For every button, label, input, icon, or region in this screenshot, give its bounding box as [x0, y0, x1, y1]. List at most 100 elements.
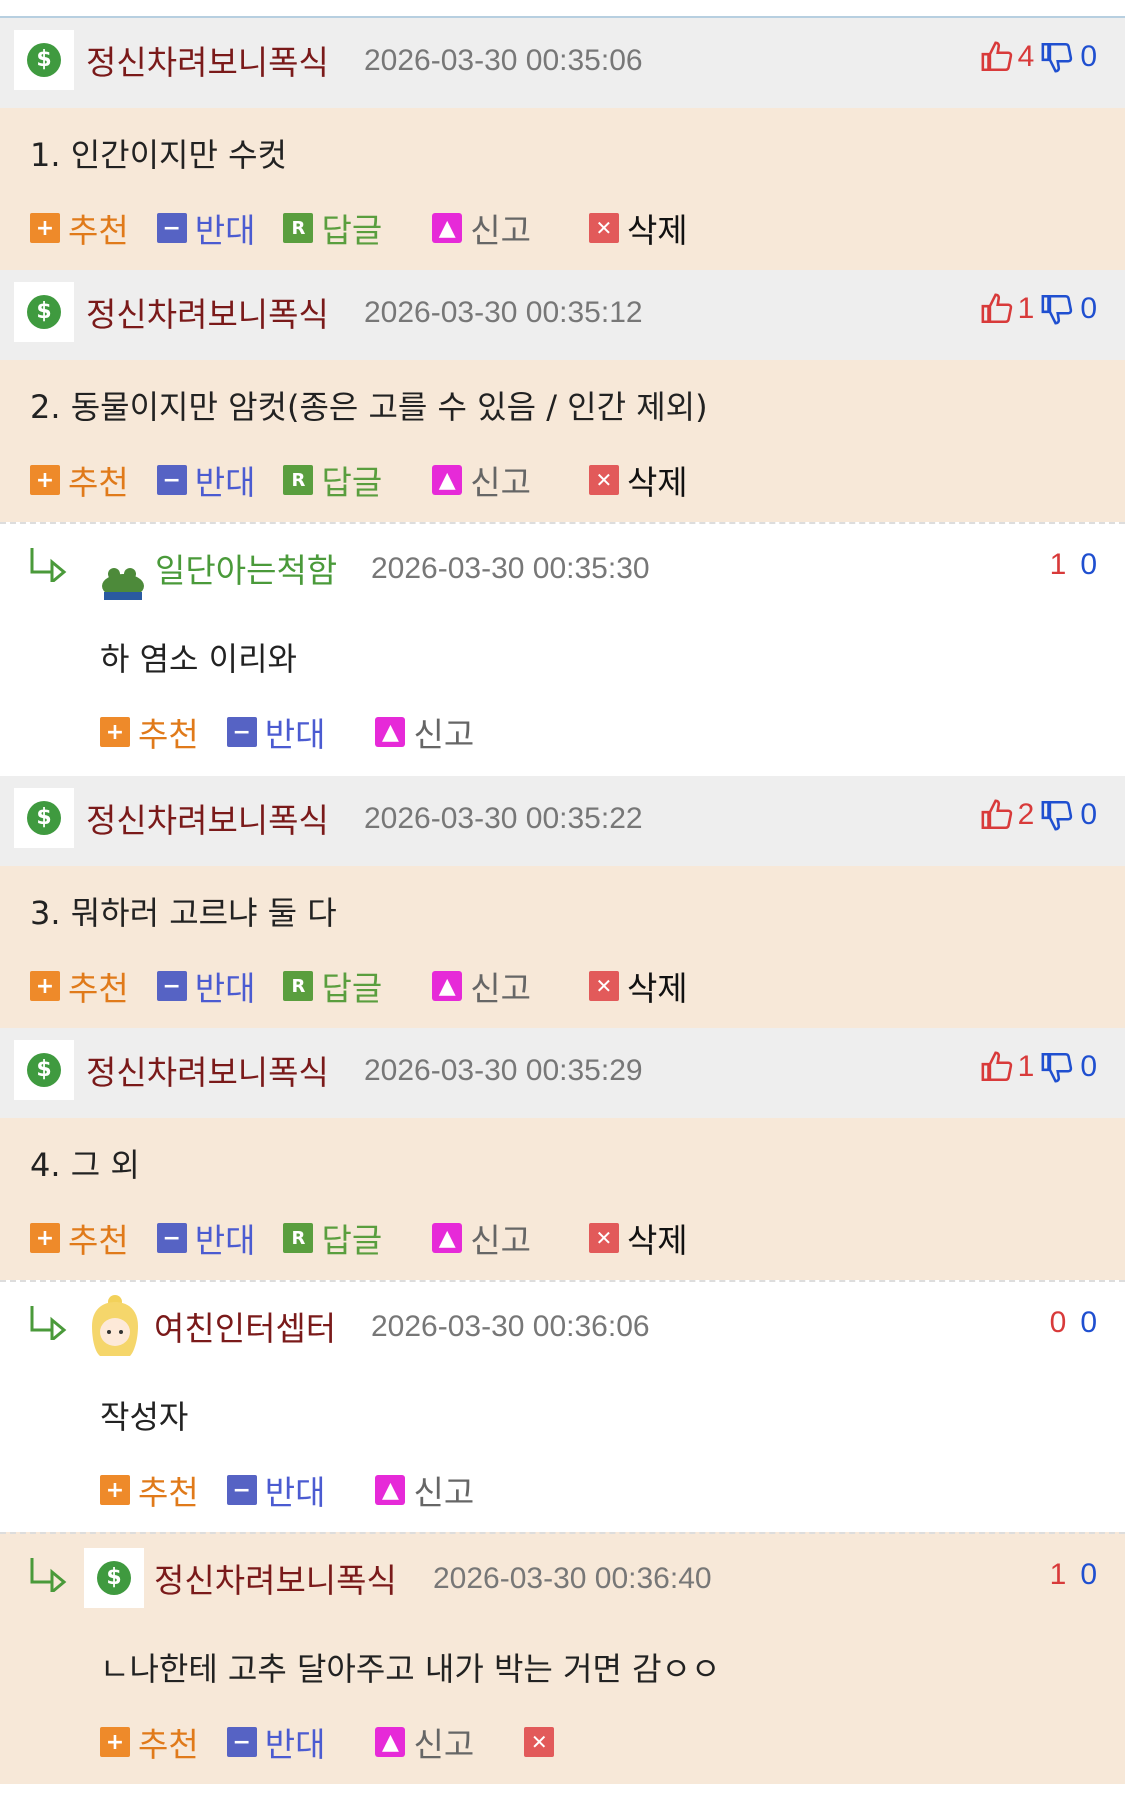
plus-icon: +: [100, 1475, 130, 1505]
oppose-button[interactable]: − 반대: [226, 1718, 325, 1766]
oppose-button[interactable]: − 반대: [156, 456, 255, 504]
close-icon: ✕: [588, 971, 619, 1001]
recommend-button[interactable]: + 추천: [30, 456, 129, 504]
delete-button[interactable]: ✕: [524, 1727, 562, 1757]
recommend-button[interactable]: + 추천: [100, 1718, 199, 1766]
recommend-button[interactable]: + 추천: [100, 708, 199, 756]
avatar: $: [14, 30, 74, 90]
downvote-count: 0: [1080, 548, 1097, 581]
recommend-button[interactable]: + 추천: [100, 1466, 199, 1514]
vote-counts: 0 0: [1050, 1306, 1097, 1340]
comment-actions: + 추천 − 반대 R 답글 ▲ 신고 ✕ 삭제: [30, 456, 716, 504]
comment-date: 2026-03-30 00:35:06: [364, 44, 643, 77]
siren-icon: ▲: [432, 971, 463, 1001]
reply-header: 여친인터셉터 2026-03-30 00:36:06 0 0: [0, 1280, 1125, 1370]
comment-header: $ 정신차려보니폭식 2026-03-30 00:35:06 4 0: [0, 18, 1125, 108]
comment-date: 2026-03-30 00:35:29: [364, 1054, 643, 1087]
upvote-count: 1: [1017, 1050, 1035, 1083]
thumbs-down-icon: [1041, 1052, 1073, 1083]
dollar-icon: $: [27, 801, 61, 835]
reply-actions: + 추천 − 반대 ▲ 신고: [100, 708, 502, 756]
upvote-count: 1: [1017, 292, 1035, 325]
reply-date: 2026-03-30 00:35:30: [371, 552, 650, 585]
thumbs-up-icon: [981, 293, 1012, 324]
avatar: $: [14, 282, 74, 342]
reply-nickname[interactable]: 여친인터셉터: [154, 1302, 336, 1350]
reply-text: 작성자: [100, 1398, 189, 1436]
recommend-button[interactable]: + 추천: [30, 962, 129, 1010]
dollar-icon: $: [27, 43, 61, 77]
comment-text: 1. 인간이지만 수컷: [30, 136, 287, 174]
downvote-count: 0: [1080, 1558, 1097, 1591]
siren-icon: ▲: [432, 465, 463, 495]
siren-icon: ▲: [375, 1475, 406, 1505]
top-border: [0, 0, 1125, 18]
dollar-icon: $: [27, 295, 61, 329]
comment-nickname[interactable]: 정신차려보니폭식: [86, 1046, 329, 1094]
comment-body: 3. 뭐하러 고르냐 둘 다 + 추천 − 반대 R 답글 ▲ 신고 ✕ 삭제: [0, 866, 1125, 1028]
minus-icon: −: [156, 465, 187, 495]
avatar: $: [14, 788, 74, 848]
downvote-count: 0: [1080, 40, 1097, 73]
reply-r-icon: R: [283, 1223, 314, 1253]
reply-button[interactable]: R 답글: [283, 1214, 382, 1262]
vote-counts: 1 0: [980, 292, 1097, 326]
upvote-count: 2: [1017, 798, 1035, 831]
comment-nickname[interactable]: 정신차려보니폭식: [86, 794, 329, 842]
report-button[interactable]: ▲ 신고: [375, 708, 474, 756]
recommend-button[interactable]: + 추천: [30, 204, 129, 252]
oppose-button[interactable]: − 반대: [156, 204, 255, 252]
thumbs-down-icon: [1041, 800, 1073, 831]
reply-button[interactable]: R 답글: [283, 962, 382, 1010]
plus-icon: +: [100, 717, 130, 747]
report-button[interactable]: ▲ 신고: [375, 1718, 474, 1766]
delete-button[interactable]: ✕ 삭제: [588, 962, 688, 1010]
report-button[interactable]: ▲ 신고: [432, 456, 531, 504]
reply-header: $ 정신차려보니폭식 2026-03-30 00:36:40 1 0: [0, 1532, 1125, 1622]
oppose-button[interactable]: − 반대: [226, 708, 325, 756]
plus-icon: +: [30, 213, 60, 243]
delete-button[interactable]: ✕ 삭제: [588, 456, 688, 504]
reply-actions: + 추천 − 반대 ▲ 신고: [100, 1466, 502, 1514]
report-button[interactable]: ▲ 신고: [432, 962, 531, 1010]
oppose-button[interactable]: − 반대: [156, 1214, 255, 1262]
reply-arrow-icon: [30, 548, 67, 582]
minus-icon: −: [156, 1223, 187, 1253]
vote-counts: 4 0: [980, 40, 1097, 74]
oppose-button[interactable]: − 반대: [226, 1466, 325, 1514]
delete-button[interactable]: ✕ 삭제: [588, 204, 688, 252]
reply-button[interactable]: R 답글: [283, 204, 382, 252]
vote-counts: 1 0: [980, 1050, 1097, 1084]
siren-icon: ▲: [432, 213, 463, 243]
report-button[interactable]: ▲ 신고: [432, 204, 531, 252]
minus-icon: −: [156, 971, 187, 1001]
comment-nickname[interactable]: 정신차려보니폭식: [86, 288, 329, 336]
delete-button[interactable]: ✕ 삭제: [588, 1214, 688, 1262]
reply-button[interactable]: R 답글: [283, 456, 382, 504]
close-icon: ✕: [588, 1223, 619, 1253]
close-icon: ✕: [588, 465, 619, 495]
comment-nickname[interactable]: 정신차려보니폭식: [86, 36, 329, 84]
recommend-button[interactable]: + 추천: [30, 1214, 129, 1262]
close-icon: ✕: [524, 1727, 555, 1757]
thumbs-down-icon: [1041, 42, 1073, 73]
avatar: $: [14, 1040, 74, 1100]
reply-actions: + 추천 − 반대 ▲ 신고 ✕: [100, 1718, 590, 1766]
reply-r-icon: R: [283, 971, 314, 1001]
reply-arrow-icon: [30, 1306, 67, 1340]
reply-nickname[interactable]: 정신차려보니폭식: [154, 1554, 397, 1602]
comment-text: 4. 그 외: [30, 1146, 140, 1184]
comment-header: $ 정신차려보니폭식 2026-03-30 00:35:22 2 0: [0, 776, 1125, 866]
upvote-count: 1: [1049, 1558, 1067, 1591]
upvote-count: 0: [1049, 1306, 1067, 1339]
reply-nickname[interactable]: 일단아는척함: [155, 544, 337, 592]
comment-body: 1. 인간이지만 수컷 + 추천 − 반대 R 답글 ▲ 신고 ✕ 삭제: [0, 108, 1125, 270]
oppose-button[interactable]: − 반대: [156, 962, 255, 1010]
reply-date: 2026-03-30 00:36:06: [371, 1310, 650, 1343]
siren-icon: ▲: [375, 717, 406, 747]
report-button[interactable]: ▲ 신고: [375, 1466, 474, 1514]
report-button[interactable]: ▲ 신고: [432, 1214, 531, 1262]
vote-counts: 1 0: [1050, 1558, 1097, 1592]
thumbs-up-icon: [981, 41, 1012, 72]
vote-counts: 2 0: [980, 798, 1097, 832]
